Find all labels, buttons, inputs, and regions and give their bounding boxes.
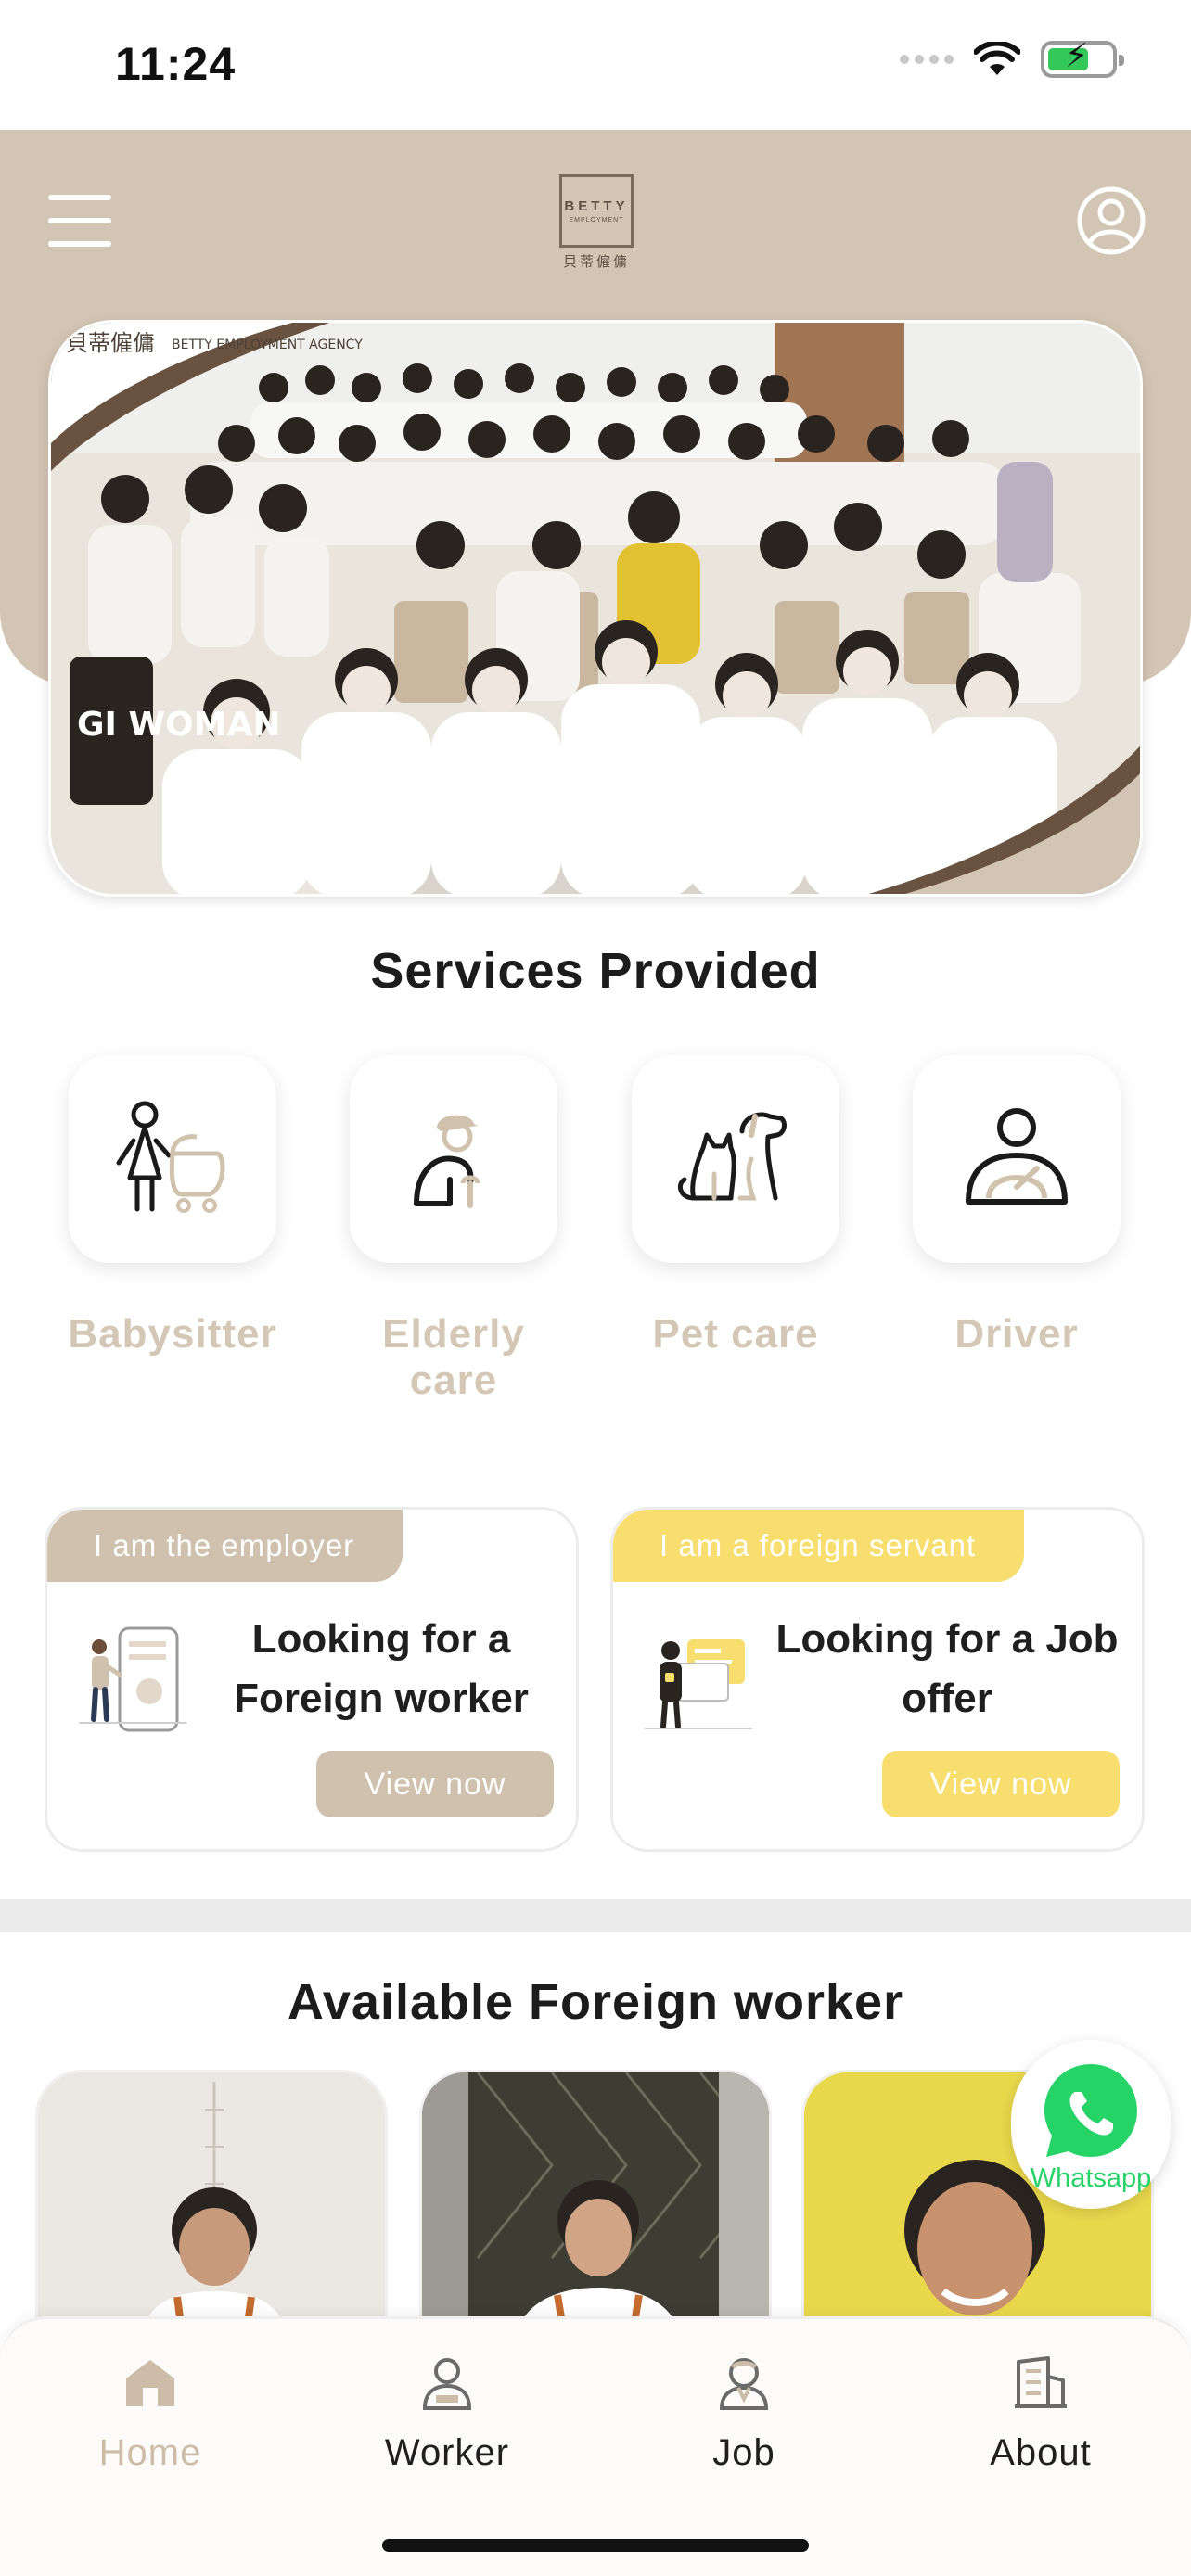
- home-indicator[interactable]: [382, 2539, 809, 2552]
- service-label: Pet care: [652, 1311, 819, 1357]
- role-title: Looking for a Job offer: [771, 1610, 1123, 1728]
- employer-phone-illustration: [79, 1626, 186, 1732]
- cellular-signal-icon: [900, 55, 954, 64]
- logo-sub: EMPLOYMENT: [569, 217, 624, 223]
- user-circle-icon[interactable]: [1076, 185, 1146, 256]
- service-card[interactable]: [913, 1055, 1121, 1263]
- service-card[interactable]: [69, 1055, 276, 1263]
- babysitter-stroller-icon: [116, 1101, 225, 1213]
- wifi-icon: [974, 42, 1020, 75]
- service-label: Driver: [954, 1311, 1079, 1357]
- status-bar: 11:24 ⚡: [0, 0, 1191, 130]
- logo-chinese: 貝蒂僱傭: [562, 253, 630, 270]
- nav-worker[interactable]: Worker: [354, 2345, 540, 2474]
- home-icon: [126, 2360, 174, 2406]
- logo-name: BETTY: [564, 198, 629, 214]
- services-title: Services Provided: [370, 943, 821, 999]
- about-building-icon: [1015, 2356, 1067, 2408]
- pet-cat-dog-icon: [677, 1112, 787, 1201]
- shirt-text: GI WOMAN: [77, 706, 281, 744]
- hamburger-menu-icon[interactable]: [48, 195, 111, 247]
- role-title: Looking for a Foreign worker: [205, 1610, 557, 1728]
- worker-photo: [422, 2072, 769, 2345]
- job-seeker-illustration: [645, 1639, 752, 1729]
- role-tag: I am the employer: [47, 1510, 403, 1582]
- group-photo: GI WOMAN 貝蒂僱傭 BETTY EMPLOYMENT AGENCY: [51, 323, 1140, 894]
- nav-home[interactable]: Home: [58, 2345, 243, 2474]
- service-elderly-care[interactable]: Elderly care: [333, 1055, 574, 1404]
- service-card[interactable]: [350, 1055, 557, 1263]
- nav-label: Worker: [384, 2432, 510, 2473]
- bottom-navigation: Home Worker Job About: [0, 2316, 1191, 2576]
- job-icon: [719, 2358, 769, 2410]
- status-time: 11:24: [115, 38, 237, 90]
- service-card[interactable]: [632, 1055, 839, 1263]
- employer-card[interactable]: I am the employer Looking for a Foreign …: [45, 1507, 579, 1852]
- worker-photo: [38, 2072, 385, 2345]
- brand-logo: BETTY EMPLOYMENT 貝蒂僱傭: [555, 174, 638, 271]
- nav-job[interactable]: Job: [651, 2345, 837, 2474]
- service-label: Elderly care: [382, 1311, 525, 1403]
- worker-card[interactable]: [35, 2070, 388, 2348]
- driver-steering-icon: [966, 1108, 1068, 1205]
- role-title-line1: Looking for a: [251, 1616, 511, 1662]
- whatsapp-button[interactable]: Whatsapp: [1011, 2040, 1171, 2209]
- whatsapp-label: Whatsapp: [1030, 2163, 1152, 2193]
- elderly-cane-icon: [414, 1115, 480, 1208]
- nav-label: About: [990, 2432, 1092, 2473]
- battery-icon: ⚡: [1041, 39, 1124, 78]
- service-label: Babysitter: [68, 1311, 277, 1357]
- nav-label: Job: [712, 2432, 775, 2473]
- role-title-line2: Foreign worker: [234, 1676, 529, 1721]
- role-tag: I am a foreign servant: [613, 1510, 1025, 1582]
- servant-view-now-button[interactable]: View now: [882, 1751, 1120, 1817]
- hero-banner-image[interactable]: GI WOMAN 貝蒂僱傭 BETTY EMPLOYMENT AGENCY: [48, 320, 1143, 897]
- servant-card[interactable]: I am a foreign servant Looking for a Job…: [610, 1507, 1145, 1852]
- workers-title: Available Foreign worker: [287, 1974, 904, 2030]
- role-title-line2: offer: [902, 1676, 992, 1721]
- service-driver[interactable]: Driver: [896, 1055, 1137, 1358]
- nav-label: Home: [98, 2432, 202, 2473]
- role-title-line1: Looking for a Job: [775, 1616, 1119, 1662]
- service-babysitter[interactable]: Babysitter: [52, 1055, 293, 1358]
- hero-brand-en: BETTY EMPLOYMENT AGENCY: [172, 338, 363, 352]
- whatsapp-icon: [1044, 2064, 1137, 2157]
- hero-brand-cn: 貝蒂僱傭: [66, 330, 155, 356]
- section-divider: [0, 1899, 1191, 1932]
- employer-view-now-button[interactable]: View now: [316, 1751, 554, 1817]
- nav-about[interactable]: About: [948, 2345, 1133, 2474]
- worker-card[interactable]: [419, 2070, 772, 2348]
- service-pet-care[interactable]: Pet care: [615, 1055, 856, 1358]
- worker-icon: [422, 2358, 472, 2410]
- status-icons: ⚡: [900, 39, 1124, 78]
